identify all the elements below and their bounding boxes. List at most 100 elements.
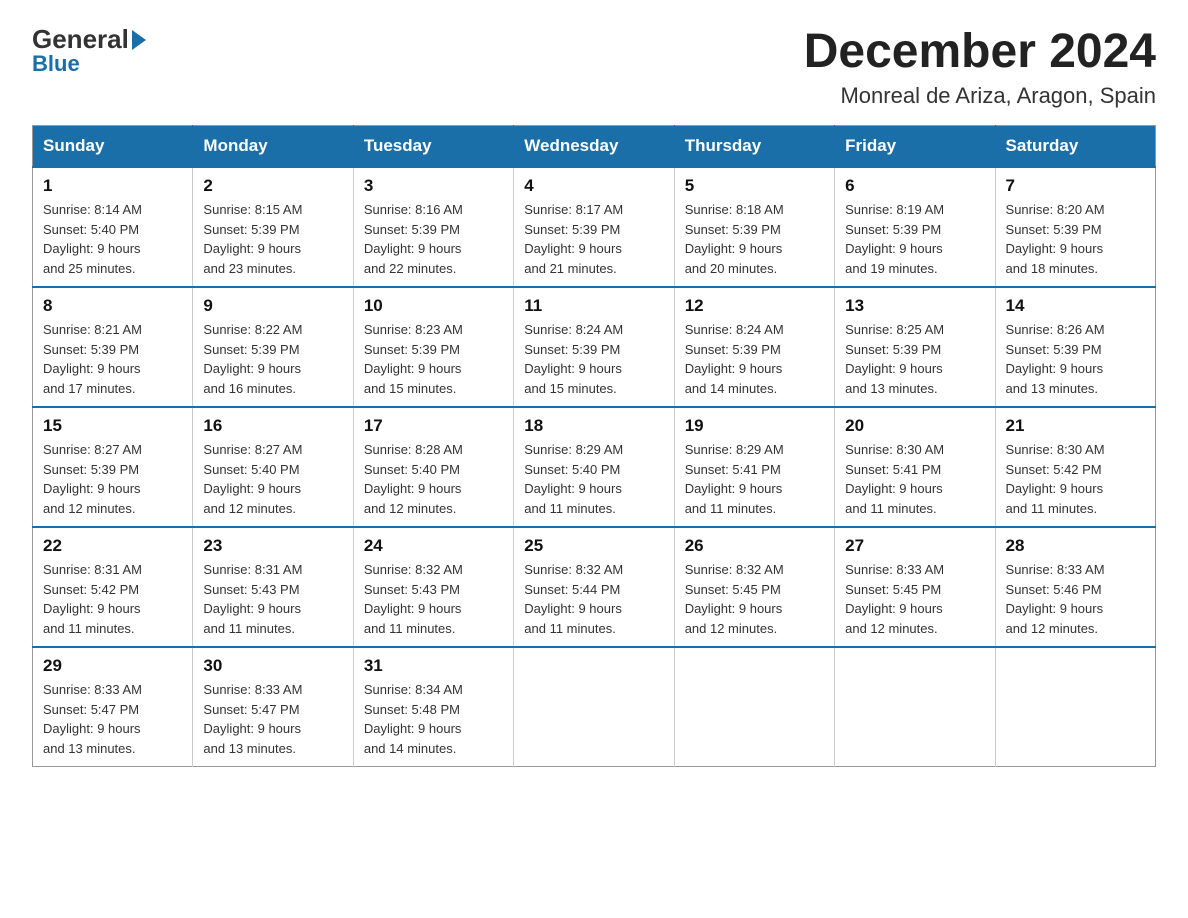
day-number: 18 (524, 416, 663, 436)
calendar-day-cell: 16 Sunrise: 8:27 AMSunset: 5:40 PMDayligh… (193, 407, 353, 527)
day-number: 9 (203, 296, 342, 316)
calendar-day-cell (995, 647, 1155, 767)
day-number: 28 (1006, 536, 1145, 556)
calendar-week-row: 8 Sunrise: 8:21 AMSunset: 5:39 PMDaylight… (33, 287, 1156, 407)
day-info: Sunrise: 8:33 AMSunset: 5:47 PMDaylight:… (43, 680, 182, 758)
day-number: 19 (685, 416, 824, 436)
logo-blue-text: Blue (32, 51, 80, 77)
calendar-day-cell: 23 Sunrise: 8:31 AMSunset: 5:43 PMDayligh… (193, 527, 353, 647)
day-info: Sunrise: 8:32 AMSunset: 5:45 PMDaylight:… (685, 560, 824, 638)
calendar-day-cell: 11 Sunrise: 8:24 AMSunset: 5:39 PMDayligh… (514, 287, 674, 407)
calendar-day-cell: 21 Sunrise: 8:30 AMSunset: 5:42 PMDayligh… (995, 407, 1155, 527)
page-title: December 2024 (804, 24, 1156, 79)
calendar-day-cell: 24 Sunrise: 8:32 AMSunset: 5:43 PMDayligh… (353, 527, 513, 647)
day-number: 27 (845, 536, 984, 556)
day-info: Sunrise: 8:33 AMSunset: 5:46 PMDaylight:… (1006, 560, 1145, 638)
day-of-week-header: Saturday (995, 126, 1155, 168)
day-info: Sunrise: 8:23 AMSunset: 5:39 PMDaylight:… (364, 320, 503, 398)
day-number: 7 (1006, 176, 1145, 196)
day-info: Sunrise: 8:31 AMSunset: 5:42 PMDaylight:… (43, 560, 182, 638)
day-number: 6 (845, 176, 984, 196)
day-info: Sunrise: 8:33 AMSunset: 5:45 PMDaylight:… (845, 560, 984, 638)
calendar-day-cell: 5Sunrise: 8:18 AMSunset: 5:39 PMDaylight… (674, 167, 834, 287)
day-info: Sunrise: 8:24 AMSunset: 5:39 PMDaylight:… (524, 320, 663, 398)
day-number: 29 (43, 656, 182, 676)
calendar-table: SundayMondayTuesdayWednesdayThursdayFrid… (32, 125, 1156, 767)
day-of-week-header: Sunday (33, 126, 193, 168)
day-info: Sunrise: 8:16 AMSunset: 5:39 PMDaylight:… (364, 200, 503, 278)
calendar-day-cell: 17 Sunrise: 8:28 AMSunset: 5:40 PMDayligh… (353, 407, 513, 527)
calendar-week-row: 22 Sunrise: 8:31 AMSunset: 5:42 PMDayligh… (33, 527, 1156, 647)
calendar-day-cell: 12Sunrise: 8:24 AMSunset: 5:39 PMDayligh… (674, 287, 834, 407)
day-info: Sunrise: 8:33 AMSunset: 5:47 PMDaylight:… (203, 680, 342, 758)
day-of-week-header: Tuesday (353, 126, 513, 168)
day-info: Sunrise: 8:30 AMSunset: 5:42 PMDaylight:… (1006, 440, 1145, 518)
calendar-day-cell: 15Sunrise: 8:27 AMSunset: 5:39 PMDayligh… (33, 407, 193, 527)
day-number: 20 (845, 416, 984, 436)
calendar-day-cell (835, 647, 995, 767)
logo: General Blue (32, 24, 148, 77)
day-of-week-header: Wednesday (514, 126, 674, 168)
day-number: 10 (364, 296, 503, 316)
day-number: 12 (685, 296, 824, 316)
day-number: 13 (845, 296, 984, 316)
calendar-day-cell: 22 Sunrise: 8:31 AMSunset: 5:42 PMDayligh… (33, 527, 193, 647)
day-info: Sunrise: 8:32 AMSunset: 5:43 PMDaylight:… (364, 560, 503, 638)
day-number: 3 (364, 176, 503, 196)
calendar-day-cell (674, 647, 834, 767)
page-subtitle: Monreal de Ariza, Aragon, Spain (804, 83, 1156, 109)
calendar-day-cell: 27 Sunrise: 8:33 AMSunset: 5:45 PMDayligh… (835, 527, 995, 647)
day-number: 8 (43, 296, 182, 316)
day-info: Sunrise: 8:25 AMSunset: 5:39 PMDaylight:… (845, 320, 984, 398)
calendar-day-cell (514, 647, 674, 767)
calendar-day-cell: 19Sunrise: 8:29 AMSunset: 5:41 PMDayligh… (674, 407, 834, 527)
day-info: Sunrise: 8:28 AMSunset: 5:40 PMDaylight:… (364, 440, 503, 518)
calendar-week-row: 29 Sunrise: 8:33 AMSunset: 5:47 PMDayligh… (33, 647, 1156, 767)
day-number: 23 (203, 536, 342, 556)
calendar-header-row: SundayMondayTuesdayWednesdayThursdayFrid… (33, 126, 1156, 168)
calendar-day-cell: 25 Sunrise: 8:32 AMSunset: 5:44 PMDayligh… (514, 527, 674, 647)
calendar-day-cell: 10 Sunrise: 8:23 AMSunset: 5:39 PMDayligh… (353, 287, 513, 407)
day-of-week-header: Thursday (674, 126, 834, 168)
calendar-day-cell: 8 Sunrise: 8:21 AMSunset: 5:39 PMDaylight… (33, 287, 193, 407)
calendar-day-cell: 18 Sunrise: 8:29 AMSunset: 5:40 PMDayligh… (514, 407, 674, 527)
day-info: Sunrise: 8:15 AMSunset: 5:39 PMDaylight:… (203, 200, 342, 278)
calendar-day-cell: 30 Sunrise: 8:33 AMSunset: 5:47 PMDayligh… (193, 647, 353, 767)
day-number: 25 (524, 536, 663, 556)
day-number: 26 (685, 536, 824, 556)
day-info: Sunrise: 8:21 AMSunset: 5:39 PMDaylight:… (43, 320, 182, 398)
calendar-day-cell: 2 Sunrise: 8:15 AMSunset: 5:39 PMDaylight… (193, 167, 353, 287)
day-number: 30 (203, 656, 342, 676)
day-info: Sunrise: 8:34 AMSunset: 5:48 PMDaylight:… (364, 680, 503, 758)
day-number: 31 (364, 656, 503, 676)
calendar-day-cell: 31 Sunrise: 8:34 AMSunset: 5:48 PMDayligh… (353, 647, 513, 767)
day-number: 11 (524, 296, 663, 316)
day-info: Sunrise: 8:18 AMSunset: 5:39 PMDaylight:… (685, 200, 824, 278)
day-number: 16 (203, 416, 342, 436)
day-number: 14 (1006, 296, 1145, 316)
day-info: Sunrise: 8:17 AMSunset: 5:39 PMDaylight:… (524, 200, 663, 278)
day-info: Sunrise: 8:29 AMSunset: 5:40 PMDaylight:… (524, 440, 663, 518)
day-number: 15 (43, 416, 182, 436)
calendar-day-cell: 4Sunrise: 8:17 AMSunset: 5:39 PMDaylight… (514, 167, 674, 287)
day-number: 17 (364, 416, 503, 436)
day-info: Sunrise: 8:20 AMSunset: 5:39 PMDaylight:… (1006, 200, 1145, 278)
day-number: 1 (43, 176, 182, 196)
calendar-day-cell: 29 Sunrise: 8:33 AMSunset: 5:47 PMDayligh… (33, 647, 193, 767)
day-number: 21 (1006, 416, 1145, 436)
day-number: 24 (364, 536, 503, 556)
day-info: Sunrise: 8:32 AMSunset: 5:44 PMDaylight:… (524, 560, 663, 638)
page-header: General Blue December 2024 Monreal de Ar… (32, 24, 1156, 109)
day-info: Sunrise: 8:27 AMSunset: 5:40 PMDaylight:… (203, 440, 342, 518)
day-info: Sunrise: 8:19 AMSunset: 5:39 PMDaylight:… (845, 200, 984, 278)
day-number: 22 (43, 536, 182, 556)
day-info: Sunrise: 8:26 AMSunset: 5:39 PMDaylight:… (1006, 320, 1145, 398)
day-info: Sunrise: 8:14 AMSunset: 5:40 PMDaylight:… (43, 200, 182, 278)
day-number: 2 (203, 176, 342, 196)
calendar-day-cell: 9 Sunrise: 8:22 AMSunset: 5:39 PMDaylight… (193, 287, 353, 407)
day-info: Sunrise: 8:22 AMSunset: 5:39 PMDaylight:… (203, 320, 342, 398)
calendar-day-cell: 26 Sunrise: 8:32 AMSunset: 5:45 PMDayligh… (674, 527, 834, 647)
calendar-day-cell: 13 Sunrise: 8:25 AMSunset: 5:39 PMDayligh… (835, 287, 995, 407)
title-area: December 2024 Monreal de Ariza, Aragon, … (804, 24, 1156, 109)
day-info: Sunrise: 8:31 AMSunset: 5:43 PMDaylight:… (203, 560, 342, 638)
